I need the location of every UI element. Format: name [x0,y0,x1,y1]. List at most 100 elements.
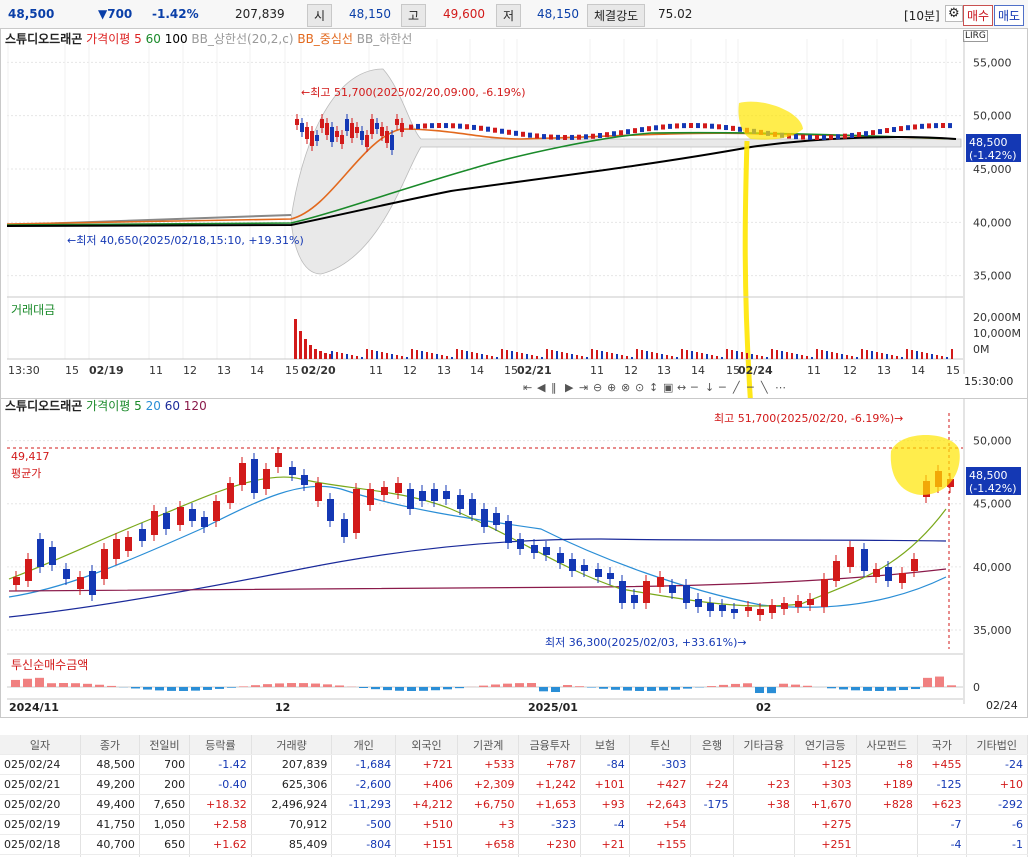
y-tick-label: 50,000 [973,435,1012,448]
volume-bar [826,351,828,359]
y-tick-label: 35,000 [973,624,1012,637]
table-cell: 025/02/19 [0,814,81,835]
table-cell [690,814,734,835]
buy-button[interactable]: 매수 [963,5,994,26]
price-tag-pct: (-1.42%) [969,149,1017,162]
table-header-cell[interactable]: 금융투자 [518,735,582,755]
panel-codes[interactable]: LIRG [963,30,988,42]
invest-bar [803,685,812,687]
volume-bar [636,349,638,359]
table-cell: +101 [580,774,630,795]
table-header-cell[interactable]: 기타법인 [966,735,1028,755]
candle-body [598,133,602,139]
candle-body [275,453,282,467]
table-header-cell[interactable]: 종가 [80,735,140,755]
volume-bar [386,353,388,359]
table-header-cell[interactable]: 기관계 [457,735,520,755]
invest-bar [143,687,152,690]
volume-bar [506,350,508,359]
table-header-cell[interactable]: 등락률 [189,735,252,755]
candle-body [591,133,595,139]
table-header-cell[interactable]: 기타금융 [733,735,795,755]
invest-bar [443,687,452,690]
volume-bar [686,350,688,359]
candle-body [381,487,388,495]
table-cell: 1,050 [139,814,191,835]
table-header-cell[interactable]: 은행 [690,735,734,755]
volume-bar [761,356,763,359]
invest-bar [755,687,764,694]
invest-bar [431,687,440,691]
table-cell: -292 [966,794,1028,815]
interval-selector[interactable]: [10분] [904,7,940,24]
table-header-cell[interactable]: 보험 [580,735,630,755]
y-tick-label: 50,000 [973,110,1012,123]
table-header-cell[interactable]: 사모펀드 [856,735,918,755]
stock-name: 스튜디오드래곤 [5,399,83,413]
x-tick-label: 12 [183,364,197,377]
candle-body [836,134,840,140]
daily-chart[interactable]: 50,000 45,000 40,000 35,000 최고 51,700(2025/0… [1,399,1027,717]
table-header-cell[interactable]: 국가 [917,735,967,755]
candle-body [89,571,96,595]
invest-bar [203,687,212,690]
candle-body [815,134,819,140]
table-header-cell[interactable]: 개인 [331,735,397,755]
intraday-chart[interactable]: 55,000 50,000 45,000 40,000 35,000 ←최고 51,700… [1,29,1027,399]
candle-body [227,483,234,503]
candle-body [528,132,532,138]
invest-bar [935,676,944,687]
candle-body [906,125,910,131]
bb-lower-label: BB_하한선 [356,32,413,46]
table-header-cell[interactable]: 거래량 [251,735,333,755]
volume-bar [401,356,403,359]
table-header-cell[interactable]: 투신 [629,735,692,755]
table-header-cell[interactable]: 일자 [0,735,81,755]
candle-body [941,123,945,129]
avg-price-value: 49,417 [11,450,50,463]
table-cell: -24 [966,754,1028,775]
invest-bar [551,687,560,693]
invest-bar [539,687,548,692]
table-cell: +303 [794,774,857,795]
table-row[interactable]: 025/02/20 49,400 7,650 +18.32 2,496,924 -11,2… [0,794,1028,815]
settings-icon[interactable]: ⚙ [945,5,963,22]
table-cell: 625,306 [251,774,333,795]
candle-body [795,601,802,607]
candle-body [325,123,329,135]
table-row[interactable]: 025/02/18 40,700 650 +1.62 85,409 -804 +151 +65… [0,834,1028,855]
table-cell: +275 [794,814,857,835]
table-header-cell[interactable]: 전일비 [139,735,191,755]
candle-body [847,547,854,567]
table-row[interactable]: 025/02/24 48,500 700 -1.42 207,839 -1,684 +721… [0,754,1028,775]
toolbar-icon: ╲ [760,380,769,394]
invest-bar [563,685,572,687]
volume-bar [691,351,693,359]
invest-bar [239,686,248,687]
table-row[interactable]: 025/02/21 49,200 200 -0.40 625,306 -2,600 +406… [0,774,1028,795]
invest-bar [23,678,32,687]
table-header-cell[interactable]: 외국인 [395,735,458,755]
table-header-cell[interactable]: 연기금등 [794,735,857,755]
volume-value: 207,839 [235,7,285,21]
volume-bar [791,353,793,359]
table-cell: 49,200 [80,774,140,795]
highlight-line [742,140,753,399]
table-cell [733,814,795,835]
table-row[interactable]: 025/02/19 41,750 1,050 +2.58 70,912 -500 +510 +… [0,814,1028,835]
candle-body [385,131,389,143]
toolbar-icon: ‖ [551,381,557,394]
volume-bar [741,352,743,359]
toolbar-icon: ↓ [705,381,714,394]
x-tick-label: 2024/11 [9,701,59,714]
ma60-line [8,538,947,618]
x-tick-label: 13 [217,364,231,377]
candle-body [419,491,426,501]
toolbar-icon: ↔ [677,381,686,394]
sell-button[interactable]: 매도 [994,5,1025,26]
invest-bar [575,686,584,687]
quote-bar: 48,500 ▼700 -1.42% 207,839 시 48,150 고 49… [0,0,1028,29]
volume-bar [696,352,698,359]
ma-label: 가격이평 [86,32,131,46]
table-cell: 85,409 [251,834,333,855]
